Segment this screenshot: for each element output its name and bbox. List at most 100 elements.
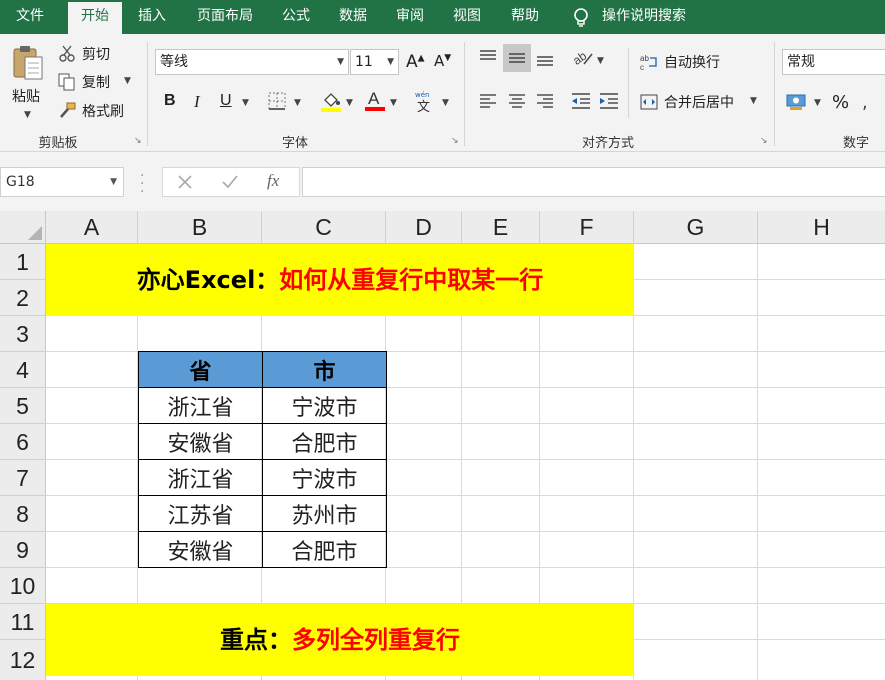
bold-button[interactable]: B — [164, 92, 176, 110]
tab-home[interactable]: 开始 — [68, 2, 122, 36]
column-header-g[interactable]: G — [634, 211, 758, 244]
name-box[interactable]: G18 ▼ — [0, 167, 124, 197]
phonetic-dropdown-icon[interactable]: ▼ — [442, 98, 449, 108]
row-header-8[interactable]: 8 — [0, 496, 46, 532]
alignment-launcher-icon[interactable]: ↘ — [760, 136, 770, 146]
font-group-label: 字体 — [281, 136, 308, 151]
font-launcher-icon[interactable]: ↘ — [451, 136, 461, 146]
phonetic-guide-button[interactable]: wén 文 — [414, 90, 438, 116]
row-header-2[interactable]: 2 — [0, 280, 46, 316]
column-header-f[interactable]: F — [540, 211, 634, 244]
tell-me-label: 操作说明搜索 — [602, 8, 686, 24]
align-bottom-button[interactable] — [535, 48, 555, 72]
increase-font-button[interactable]: A▲ — [406, 52, 425, 72]
font-color-button[interactable]: A — [364, 88, 386, 116]
align-bottom-icon — [537, 56, 553, 66]
tab-page-layout[interactable]: 页面布局 — [184, 0, 266, 34]
number-group-label: 数字 — [842, 136, 869, 151]
align-left-button[interactable] — [478, 92, 498, 114]
copy-icon — [58, 73, 75, 91]
column-header-e[interactable]: E — [462, 211, 540, 244]
accounting-format-button[interactable] — [786, 92, 808, 116]
column-header-b[interactable]: B — [138, 211, 262, 244]
row-header-9[interactable]: 9 — [0, 532, 46, 568]
align-top-button[interactable] — [478, 48, 498, 72]
accounting-dropdown-icon[interactable]: ▼ — [814, 98, 821, 108]
table-cell[interactable]: 浙江省 — [138, 387, 263, 424]
tab-help[interactable]: 帮助 — [498, 0, 552, 34]
column-header-c[interactable]: C — [262, 211, 386, 244]
header-cell-city[interactable]: 市 — [262, 351, 387, 388]
scissors-icon — [59, 45, 75, 62]
percent-style-button[interactable]: % — [832, 92, 849, 113]
row-header-6[interactable]: 6 — [0, 424, 46, 460]
title-banner-cell[interactable]: 亦心Excel：如何从重复行中取某一行 — [46, 244, 634, 316]
tab-insert[interactable]: 插入 — [124, 0, 180, 34]
select-all-button[interactable] — [0, 211, 46, 244]
table-cell[interactable]: 安徽省 — [138, 531, 263, 568]
alignment-inner-divider — [628, 48, 629, 118]
row-header-5[interactable]: 5 — [0, 388, 46, 424]
row-header-4[interactable]: 4 — [0, 352, 46, 388]
ribbon-tab-bar: 文件 开始 插入 页面布局 公式 数据 审阅 视图 帮助 操作说明搜索 — [0, 0, 885, 36]
borders-dropdown-icon[interactable]: ▼ — [294, 98, 301, 108]
font-name-select[interactable]: 等线 ▼ — [155, 49, 349, 75]
orientation-dropdown-icon[interactable]: ▼ — [597, 56, 604, 66]
column-header-a[interactable]: A — [46, 211, 138, 244]
insert-function-icon[interactable]: fx — [267, 171, 279, 191]
align-center-button[interactable] — [507, 92, 527, 114]
number-format-select[interactable]: 常规 — [782, 49, 885, 75]
borders-button[interactable] — [268, 92, 286, 114]
enter-check-icon[interactable] — [221, 174, 239, 190]
table-cell[interactable]: 浙江省 — [138, 459, 263, 496]
paste-button[interactable]: 粘贴 ▼ — [8, 42, 48, 122]
decrease-indent-button[interactable] — [570, 92, 592, 114]
tab-review[interactable]: 审阅 — [384, 0, 436, 34]
underline-dropdown-icon[interactable]: ▼ — [242, 98, 249, 108]
table-cell[interactable]: 宁波市 — [262, 387, 387, 424]
table-cell[interactable]: 合肥市 — [262, 531, 387, 568]
orientation-button[interactable]: ab — [570, 48, 594, 72]
row-header-3[interactable]: 3 — [0, 316, 46, 352]
tab-view[interactable]: 视图 — [440, 0, 494, 34]
align-middle-button[interactable] — [503, 44, 531, 72]
font-size-select[interactable]: 11 ▼ — [350, 49, 399, 75]
comma-style-button[interactable]: , — [862, 92, 868, 113]
align-right-button[interactable] — [535, 92, 555, 114]
svg-text:ab: ab — [640, 54, 649, 63]
decrease-indent-icon — [572, 93, 590, 109]
italic-button[interactable]: I — [194, 92, 200, 112]
tab-data[interactable]: 数据 — [326, 0, 380, 34]
table-cell[interactable]: 合肥市 — [262, 423, 387, 460]
column-header-d[interactable]: D — [386, 211, 462, 244]
formula-input[interactable] — [302, 167, 885, 197]
table-cell[interactable]: 宁波市 — [262, 459, 387, 496]
row-header-1[interactable]: 1 — [0, 244, 46, 280]
align-center-icon — [509, 94, 525, 108]
header-cell-province[interactable]: 省 — [138, 351, 263, 388]
fill-color-button[interactable] — [320, 90, 342, 116]
formula-bar-grip-icon[interactable]: · · · — [140, 169, 144, 199]
column-header-h[interactable]: H — [758, 211, 885, 244]
table-cell[interactable]: 安徽省 — [138, 423, 263, 460]
cancel-icon[interactable] — [177, 174, 193, 190]
table-row: 浙江省 宁波市 — [138, 459, 387, 496]
group-divider — [464, 42, 465, 146]
row-header-10[interactable]: 10 — [0, 568, 46, 604]
underline-button[interactable]: U — [220, 92, 232, 110]
increase-indent-button[interactable] — [598, 92, 620, 114]
row-header-11[interactable]: 11 — [0, 604, 46, 640]
row-header-7[interactable]: 7 — [0, 460, 46, 496]
font-color-dropdown-icon[interactable]: ▼ — [390, 98, 397, 108]
clipboard-launcher-icon[interactable]: ↘ — [134, 136, 144, 146]
table-cell[interactable]: 江苏省 — [138, 495, 263, 532]
key-point-banner-cell[interactable]: 重点：多列全列重复行 — [46, 604, 634, 676]
row-header-12[interactable]: 12 — [0, 640, 46, 680]
svg-text:wén: wén — [415, 91, 429, 99]
tab-formulas[interactable]: 公式 — [270, 0, 322, 34]
align-left-icon — [480, 94, 496, 108]
decrease-font-button[interactable]: A▼ — [434, 52, 451, 70]
tab-file[interactable]: 文件 — [0, 0, 60, 34]
fill-color-dropdown-icon[interactable]: ▼ — [346, 98, 353, 108]
table-cell[interactable]: 苏州市 — [262, 495, 387, 532]
